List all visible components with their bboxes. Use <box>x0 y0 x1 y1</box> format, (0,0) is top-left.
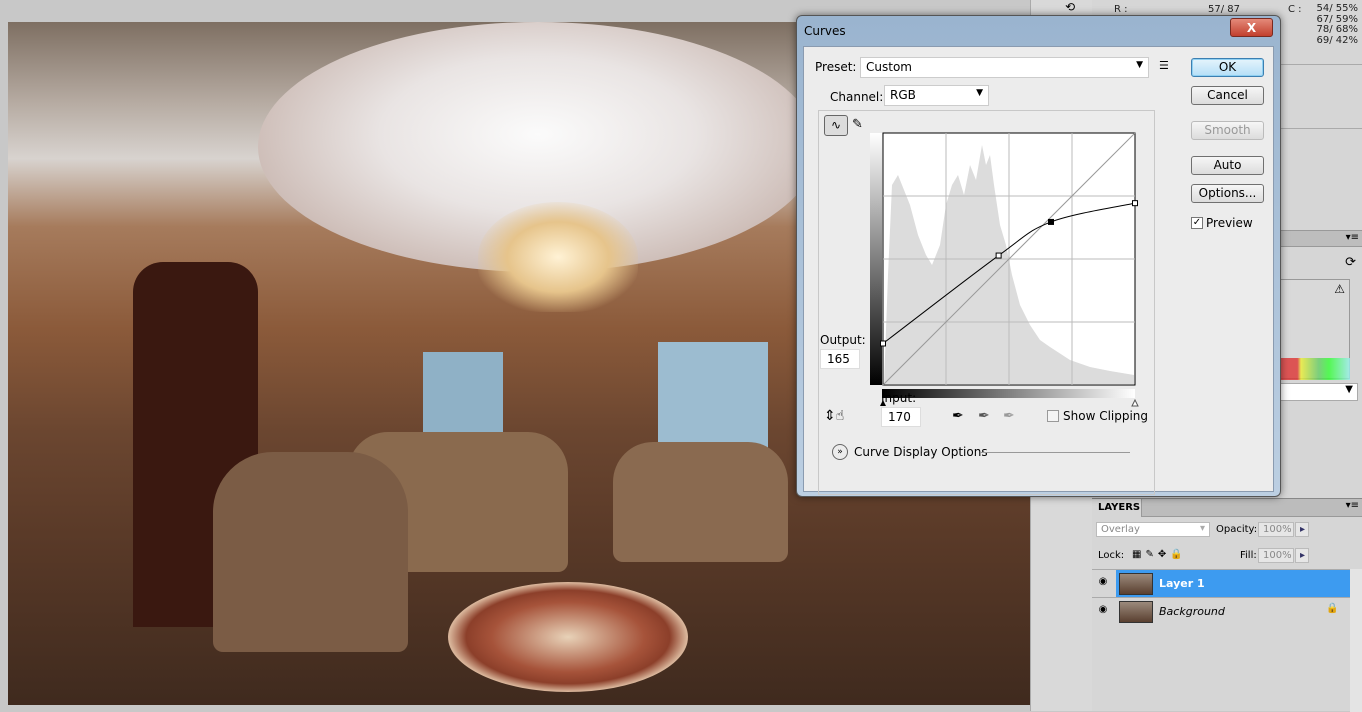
preview-label: Preview <box>1206 216 1253 230</box>
info-k: 69/ 42% <box>1316 34 1359 46</box>
info-c: 54/ 55% <box>1316 3 1359 14</box>
refresh-icon[interactable]: ⟳ <box>1345 255 1356 270</box>
rug <box>448 582 688 692</box>
preset-label: Preset: <box>815 60 857 74</box>
fill-label: Fill: <box>1240 550 1257 561</box>
dialog-title: Curves <box>804 24 846 38</box>
output-gradient <box>870 133 882 385</box>
eye-icon[interactable]: ◉ <box>1096 576 1110 590</box>
preset-options-icon[interactable]: ☰ <box>1159 59 1169 72</box>
layers-tab[interactable]: LAYERS <box>1092 499 1142 517</box>
gray-eyedropper-icon[interactable]: ✒ <box>978 408 990 424</box>
channel-value: RGB <box>890 88 916 102</box>
cancel-button[interactable]: Cancel <box>1191 86 1264 105</box>
curve-graph[interactable] <box>870 125 1140 407</box>
curve-control-point[interactable] <box>1132 200 1138 207</box>
blend-mode-value: Overlay <box>1101 524 1140 535</box>
layer-thumbnail <box>1119 573 1153 595</box>
auto-button[interactable]: Auto <box>1191 156 1264 175</box>
layers-scrollbar[interactable] <box>1350 569 1362 712</box>
eye-icon[interactable]: ◉ <box>1096 604 1110 618</box>
input-input[interactable]: 170 <box>881 407 921 427</box>
opacity-slider-button[interactable]: ▸ <box>1295 522 1309 537</box>
layer-name: Layer 1 <box>1159 577 1205 590</box>
panel-menu-icon[interactable]: ▾≡ <box>1346 232 1359 243</box>
preset-select[interactable]: Custom ▼ <box>860 57 1149 78</box>
show-clipping-label: Show Clipping <box>1063 409 1149 423</box>
output-label: Output: <box>820 333 866 347</box>
lock-icons[interactable]: ▦✎✥🔒 <box>1132 549 1187 560</box>
input-label: Input: <box>881 391 917 405</box>
layer-thumbnail <box>1119 601 1153 623</box>
white-eyedropper-icon[interactable]: ✒ <box>1003 408 1015 424</box>
curve-control-point[interactable] <box>1048 218 1054 225</box>
preview-checkbox[interactable]: ✓ <box>1191 217 1203 229</box>
lock-label: Lock: <box>1098 550 1125 561</box>
info-cmyk-values: 54/ 55% 67/ 59% 78/ 68% 69/ 42% <box>1314 3 1359 46</box>
options-button[interactable]: Options... <box>1191 184 1264 203</box>
info-y: 78/ 68% <box>1316 24 1359 35</box>
curve-control-point[interactable] <box>995 252 1002 259</box>
curve-point-tool-icon[interactable]: ∿ <box>824 115 848 136</box>
pencil-icon[interactable]: ✎ <box>852 117 863 132</box>
info-c-label: C : <box>1288 4 1302 15</box>
lock-icon: 🔒 <box>1326 603 1339 614</box>
expand-chevron-icon[interactable]: » <box>832 444 848 460</box>
panel-menu-icon[interactable]: ▾≡ <box>1346 500 1359 511</box>
armchair <box>613 442 788 562</box>
chevron-down-icon: ▾ <box>1199 523 1205 534</box>
curves-dialog: Curves X Preset: Custom ▼ ☰ Channel: RGB ▼… <box>796 15 1281 497</box>
curve-control-point[interactable] <box>880 340 886 347</box>
channel-select[interactable]: RGB ▼ <box>884 85 989 106</box>
histogram-source-select[interactable]: ▼ <box>1280 383 1358 401</box>
on-image-adjust-icon[interactable]: ⇕☝ <box>824 408 844 424</box>
black-eyedropper-icon[interactable]: ✒ <box>952 408 964 424</box>
histogram-colors <box>1280 358 1350 380</box>
info-r-values: 57/ 87 <box>1208 4 1240 15</box>
history-icon[interactable]: ⟲ <box>1065 0 1075 14</box>
fill-slider-button[interactable]: ▸ <box>1295 548 1309 563</box>
ok-button[interactable]: OK <box>1191 58 1264 77</box>
input-gradient <box>882 389 1135 398</box>
layer-row-background[interactable]: ◉ Background 🔒 <box>1092 597 1350 625</box>
armchair <box>213 452 408 652</box>
blend-mode-select[interactable]: Overlay ▾ <box>1096 522 1210 537</box>
opacity-input[interactable]: 100% <box>1258 522 1294 537</box>
white-point-slider[interactable] <box>1131 398 1139 407</box>
layers-panel: ▾≡ LAYERS Overlay ▾ Opacity: 100% ▸ Lock:… <box>1092 498 1362 712</box>
chevron-down-icon: ▼ <box>1136 60 1143 70</box>
info-r-label: R : <box>1114 4 1128 15</box>
show-clipping-checkbox[interactable] <box>1047 410 1059 422</box>
dialog-body: Preset: Custom ▼ ☰ Channel: RGB ▼ ∿ ✎ Ou… <box>803 46 1274 495</box>
chandelier <box>478 202 638 312</box>
channel-label: Channel: <box>830 90 887 104</box>
fill-input[interactable]: 100% <box>1258 548 1294 563</box>
close-button[interactable]: X <box>1230 18 1273 37</box>
smooth-button[interactable]: Smooth <box>1191 121 1264 140</box>
layer-row-layer1[interactable]: ◉ Layer 1 <box>1092 569 1350 597</box>
chevron-down-icon: ▼ <box>976 88 983 98</box>
curve-display-options-label[interactable]: Curve Display Options <box>854 445 988 459</box>
opacity-label: Opacity: <box>1216 524 1258 535</box>
output-input[interactable]: 165 <box>820 349 860 369</box>
preset-value: Custom <box>866 60 912 74</box>
warning-icon[interactable]: ⚠ <box>1334 282 1345 296</box>
layer-name: Background <box>1159 605 1225 618</box>
divider <box>980 452 1130 453</box>
